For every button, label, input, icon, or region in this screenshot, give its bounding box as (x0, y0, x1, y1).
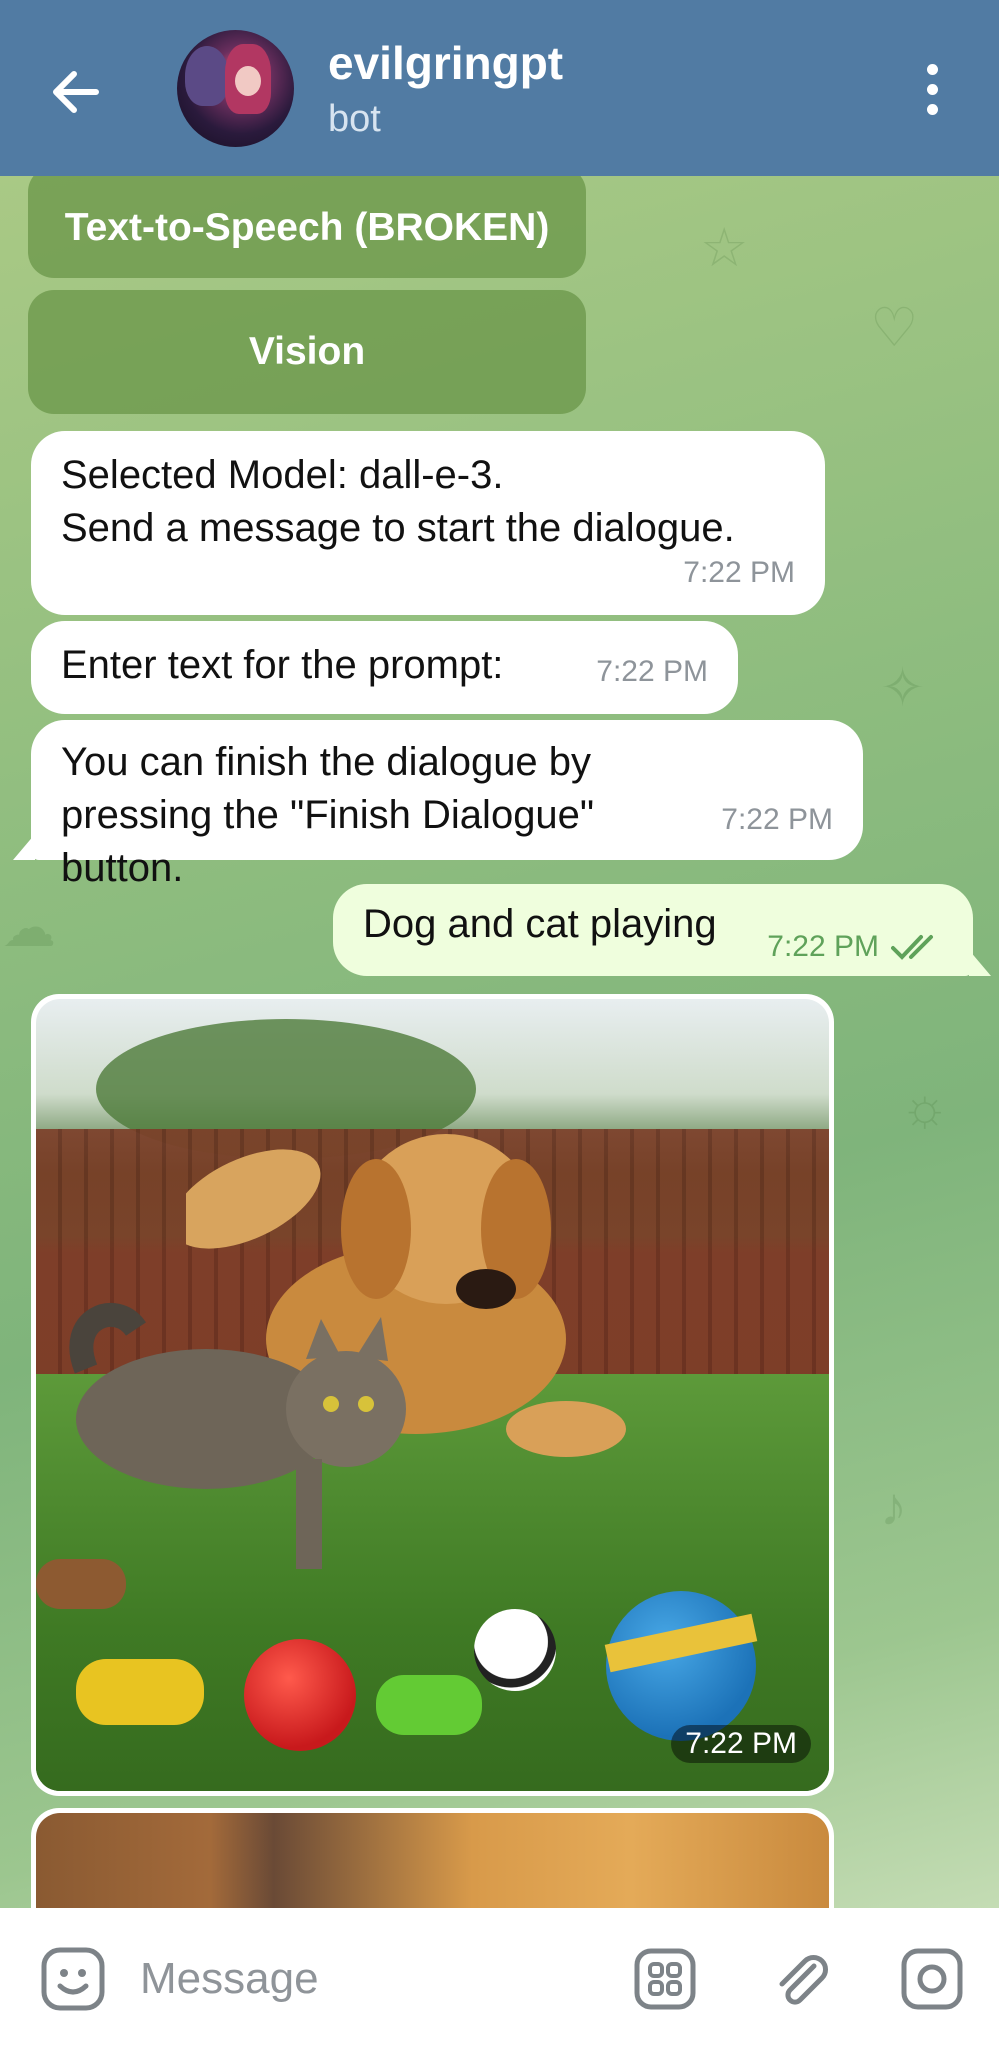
bubble-tail (969, 950, 991, 976)
message-time: 7:22 PM (721, 803, 833, 836)
generated-image[interactable]: 7:22 PM (36, 999, 829, 1791)
back-arrow-icon[interactable] (46, 62, 106, 122)
avatar-figure-left (185, 46, 229, 106)
message-time: 7:22 PM (767, 930, 879, 963)
camera-icon[interactable] (901, 1948, 963, 2010)
chat-title[interactable]: evilgringpt (328, 36, 563, 90)
chat-area[interactable]: ☆ ♡ ✧ ☼ ♪ ☁ Text-to-Speech (BROKEN) Visi… (0, 176, 999, 1908)
keyboard-button-vision[interactable]: Vision (28, 290, 586, 414)
menu-dots-icon[interactable] (917, 64, 947, 116)
message-text: Dog and cat playing (363, 902, 717, 946)
attach-icon[interactable] (770, 1948, 832, 2010)
message-time: 7:22 PM (596, 655, 708, 688)
avatar-face (235, 66, 261, 96)
message-text: You can finish the dialogue by pressing … (61, 740, 595, 890)
message-bubble[interactable]: Selected Model: dall-e-3. Send a message… (31, 431, 825, 615)
avatar[interactable] (177, 30, 294, 147)
outgoing-message-bubble[interactable]: Dog and cat playing 7:22 PM (333, 884, 991, 976)
keyboard-button-tts[interactable]: Text-to-Speech (BROKEN) (28, 176, 586, 278)
image-toy-green (376, 1675, 482, 1735)
image-toy-yellow (76, 1659, 204, 1725)
image-message[interactable]: 7:22 PM (31, 994, 834, 1796)
message-bubble[interactable]: You can finish the dialogue by pressing … (13, 720, 863, 890)
image-blue-ball (606, 1591, 756, 1741)
chat-subtitle: bot (328, 98, 381, 140)
image-red-ball (244, 1639, 356, 1751)
message-time: 7:22 PM (683, 556, 795, 589)
doodle-heart-icon: ♡ (870, 298, 919, 358)
message-input[interactable] (140, 1944, 600, 2014)
generated-image-partial[interactable] (36, 1813, 829, 1908)
message-input-bar (0, 1908, 999, 2048)
doodle-note-icon: ♪ (880, 1477, 907, 1537)
image-soccer-ball (474, 1609, 556, 1691)
image-message[interactable] (31, 1808, 834, 1908)
doodle-star-icon: ☆ (700, 218, 749, 278)
double-check-icon (891, 935, 933, 960)
chat-header: evilgringpt bot (0, 0, 999, 176)
message-bubble[interactable]: Enter text for the prompt: 7:22 PM (31, 621, 738, 714)
message-text: Selected Model: dall-e-3. Send a message… (61, 453, 735, 550)
doodle-star-icon: ✧ (880, 658, 926, 718)
image-toy-bone (36, 1559, 126, 1609)
bubble-tail (13, 834, 35, 860)
emoji-icon[interactable] (40, 1946, 106, 2012)
commands-icon[interactable] (634, 1948, 696, 2010)
image-time: 7:22 PM (671, 1725, 811, 1763)
doodle-sun-icon: ☼ (900, 1077, 950, 1137)
doodle-cloud-icon: ☁ (2, 898, 56, 958)
